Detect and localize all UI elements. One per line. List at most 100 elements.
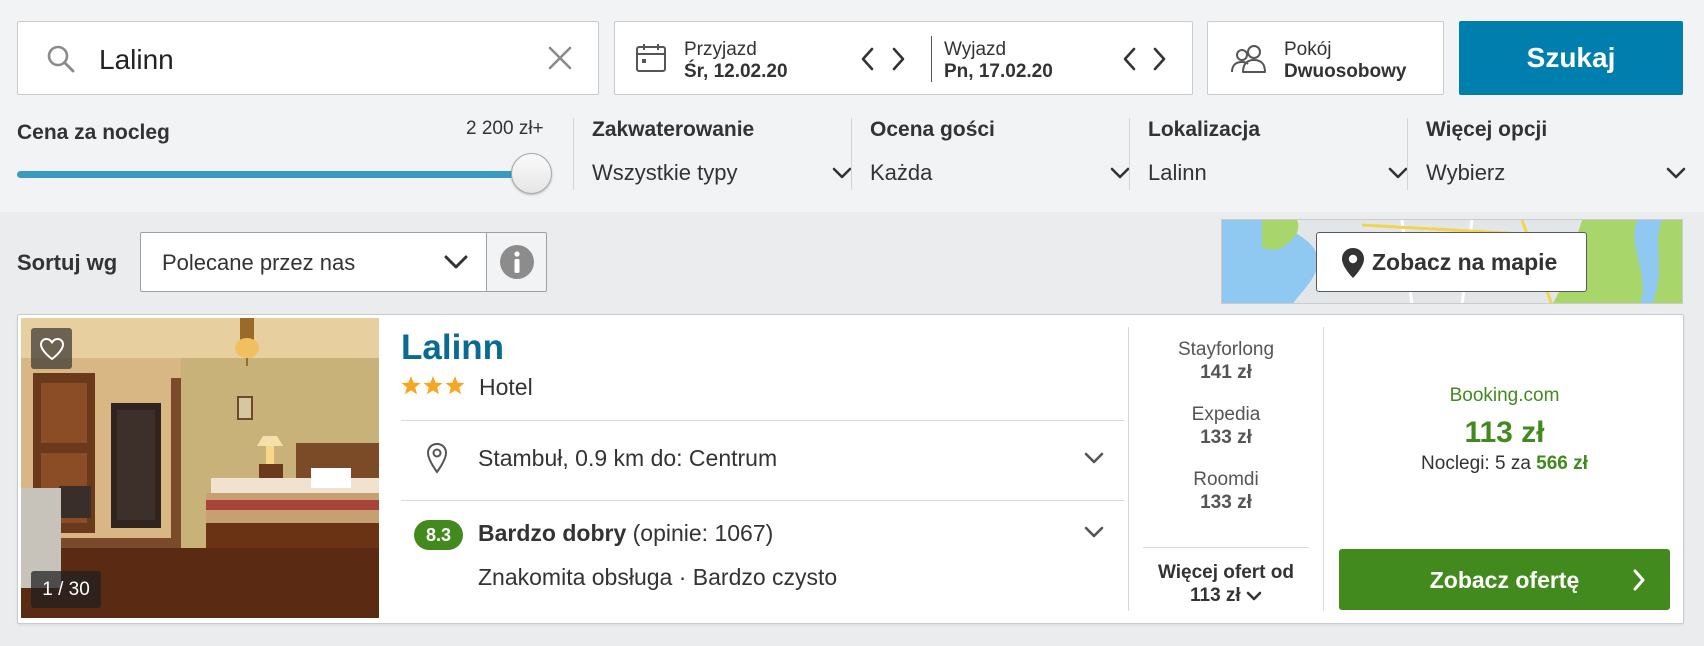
filter-guest-rating[interactable]: Ocena gości Każda bbox=[870, 118, 1138, 194]
chevron-down-icon[interactable] bbox=[1084, 525, 1104, 539]
chevron-left-icon[interactable] bbox=[1120, 46, 1140, 72]
filter-location[interactable]: Lokalizacja Lalinn bbox=[1148, 118, 1416, 194]
chevron-down-icon bbox=[832, 167, 852, 179]
checkout-date[interactable]: Wyjazd Pn, 17.02.20 bbox=[944, 39, 1053, 83]
filter-label: Lokalizacja bbox=[1148, 118, 1261, 141]
divider bbox=[401, 500, 1124, 501]
clear-icon[interactable] bbox=[546, 44, 574, 72]
provider-offer[interactable]: Expedia 133 zł bbox=[1129, 403, 1323, 449]
room-selector[interactable]: Pokój Dwuosobowy bbox=[1207, 21, 1444, 95]
review-count: (opinie: 1067) bbox=[632, 520, 774, 546]
provider-offer[interactable]: Roomdi 133 zł bbox=[1129, 468, 1323, 514]
filter-divider bbox=[851, 118, 852, 190]
filter-value: Wybierz bbox=[1426, 160, 1506, 185]
chevron-right-icon[interactable] bbox=[888, 46, 908, 72]
search-icon bbox=[47, 45, 75, 73]
chevron-down-icon bbox=[1388, 167, 1408, 179]
search-button[interactable]: Szukaj bbox=[1459, 21, 1683, 95]
filter-divider bbox=[1129, 118, 1130, 190]
filter-label: Więcej opcji bbox=[1426, 118, 1548, 141]
room-value: Dwuosobowy bbox=[1284, 61, 1407, 82]
provider-name: Expedia bbox=[1191, 404, 1261, 425]
checkin-label: Przyjazd bbox=[684, 39, 757, 60]
search-panel: Lalinn Przyjazd Śr, 12.02.20 Wyjazd Pn, … bbox=[0, 0, 1704, 212]
guests-icon bbox=[1231, 45, 1266, 73]
more-offers-label: Więcej ofert od bbox=[1157, 562, 1294, 583]
price-slider-handle[interactable] bbox=[511, 153, 552, 194]
hotel-result-card[interactable]: 1 / 30 Lalinn Hotel Stambuł, 0.9 km do: … bbox=[17, 314, 1684, 624]
hotel-name[interactable]: Lalinn bbox=[401, 328, 504, 368]
hotel-type: Hotel bbox=[479, 374, 533, 400]
price-max-label: 2 200 zł+ bbox=[466, 118, 544, 139]
star-icon bbox=[445, 376, 465, 395]
show-map-button[interactable]: Zobacz na mapie bbox=[1316, 232, 1587, 292]
provider-price: 133 zł bbox=[1200, 492, 1252, 513]
location-pin-icon bbox=[426, 442, 448, 474]
favorite-button[interactable] bbox=[31, 328, 72, 369]
chevron-down-icon[interactable] bbox=[1084, 451, 1104, 465]
checkout-value: Pn, 17.02.20 bbox=[944, 61, 1053, 82]
filter-value: Każda bbox=[870, 160, 933, 185]
best-deal-provider[interactable]: Booking.com bbox=[1324, 385, 1685, 407]
rating-text: Bardzo dobry bbox=[478, 520, 627, 546]
review-highlights: Znakomita obsługa · Bardzo czysto bbox=[478, 564, 838, 590]
checkin-value: Śr, 12.02.20 bbox=[684, 61, 788, 82]
chevron-down-icon bbox=[1666, 167, 1686, 179]
rating-score-badge: 8.3 bbox=[414, 520, 463, 550]
provider-name: Roomdi bbox=[1193, 469, 1259, 490]
destination-query[interactable]: Lalinn bbox=[99, 44, 174, 76]
map-pin-icon bbox=[1342, 248, 1364, 278]
show-map-label: Zobacz na mapie bbox=[1372, 249, 1558, 275]
star-icon bbox=[423, 376, 443, 395]
nights-label: Noclegi: 5 za bbox=[1421, 453, 1531, 474]
sort-label: Sortuj wg bbox=[17, 250, 118, 275]
sort-value: Polecane przez nas bbox=[162, 250, 356, 275]
divider bbox=[1143, 547, 1309, 548]
sort-dropdown[interactable]: Polecane przez nas bbox=[140, 232, 487, 292]
view-deal-label: Zobacz ofertę bbox=[1429, 567, 1580, 593]
filter-more-options[interactable]: Więcej opcji Wybierz bbox=[1426, 118, 1694, 194]
chevron-left-icon[interactable] bbox=[858, 46, 878, 72]
date-picker[interactable]: Przyjazd Śr, 12.02.20 Wyjazd Pn, 17.02.2… bbox=[614, 21, 1193, 95]
best-deal-price[interactable]: 113 zł bbox=[1324, 416, 1685, 450]
destination-search-field[interactable]: Lalinn bbox=[17, 21, 599, 95]
chevron-down-icon bbox=[1110, 167, 1130, 179]
chevron-right-icon[interactable] bbox=[1149, 46, 1169, 72]
more-offers-link[interactable]: Więcej ofert od 113 zł bbox=[1129, 561, 1323, 607]
filter-accommodation[interactable]: Zakwaterowanie Wszystkie typy bbox=[592, 118, 860, 194]
rating-summary[interactable]: Bardzo dobry (opinie: 1067) bbox=[478, 520, 773, 547]
star-icon bbox=[401, 376, 421, 395]
chevron-down-icon bbox=[1246, 591, 1262, 601]
filter-label: Zakwaterowanie bbox=[592, 118, 755, 141]
view-deal-button[interactable]: Zobacz ofertę bbox=[1339, 549, 1670, 610]
filter-value: Wszystkie typy bbox=[592, 160, 738, 185]
more-offers-price: 113 zł bbox=[1190, 585, 1241, 606]
room-label: Pokój bbox=[1284, 39, 1332, 60]
provider-price: 133 zł bbox=[1200, 427, 1252, 448]
calendar-icon bbox=[636, 44, 666, 72]
checkout-label: Wyjazd bbox=[944, 39, 1007, 60]
image-counter: 1 / 30 bbox=[31, 571, 101, 608]
total-stay-price: Noclegi: 5 za 566 zł bbox=[1324, 453, 1685, 475]
info-icon bbox=[500, 245, 534, 279]
price-filter-label: Cena za nocleg bbox=[17, 121, 170, 144]
sort-info-button[interactable] bbox=[486, 232, 547, 292]
provider-offer[interactable]: Stayforlong 141 zł bbox=[1129, 338, 1323, 384]
provider-name: Stayforlong bbox=[1177, 339, 1275, 360]
filter-divider bbox=[573, 118, 574, 190]
star-rating bbox=[401, 376, 465, 395]
checkin-date[interactable]: Przyjazd Śr, 12.02.20 bbox=[684, 39, 788, 83]
nights-total: 566 zł bbox=[1536, 453, 1588, 474]
provider-price: 141 zł bbox=[1200, 362, 1252, 383]
chevron-right-icon bbox=[1633, 569, 1645, 591]
filter-divider bbox=[1407, 118, 1408, 190]
filter-value: Lalinn bbox=[1148, 160, 1207, 185]
hotel-location[interactable]: Stambuł, 0.9 km do: Centrum bbox=[478, 445, 777, 472]
divider bbox=[401, 420, 1124, 421]
price-slider-track[interactable] bbox=[17, 171, 531, 178]
filter-label: Ocena gości bbox=[870, 118, 995, 141]
chevron-down-icon bbox=[444, 255, 468, 269]
date-divider bbox=[931, 36, 932, 82]
hotel-photo[interactable]: 1 / 30 bbox=[21, 318, 379, 618]
heart-icon bbox=[40, 338, 64, 360]
